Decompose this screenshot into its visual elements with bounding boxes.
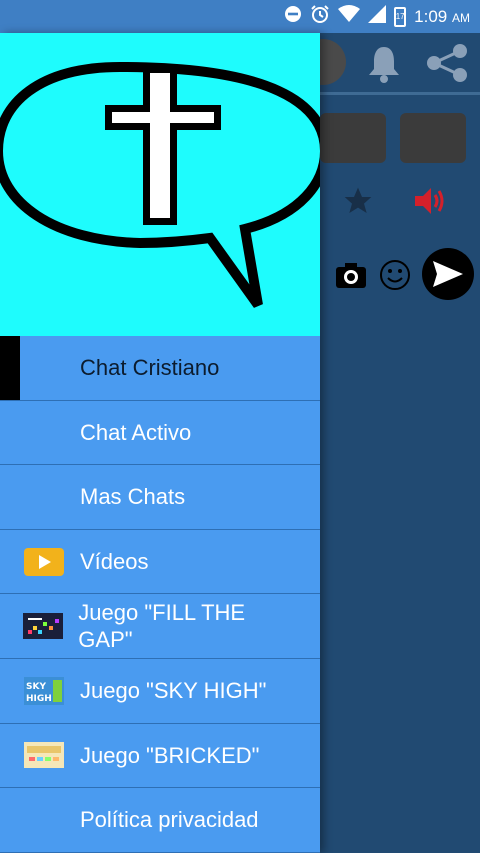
menu-icon-slot: [0, 724, 80, 788]
speaker-icon[interactable]: [410, 183, 450, 219]
navigation-drawer: Chat Cristiano Chat Activo Mas Chats Víd…: [0, 33, 320, 853]
menu-item-videos[interactable]: Vídeos: [0, 530, 320, 595]
send-button[interactable]: [422, 248, 474, 300]
menu-item-label: Chat Activo: [80, 419, 192, 445]
star-icon[interactable]: [340, 183, 376, 219]
svg-text:HIGH: HIGH: [26, 694, 52, 704]
clock-time: 1:09: [414, 6, 448, 26]
menu-icon-slot: [0, 594, 78, 658]
menu-icon-slot: [0, 530, 80, 594]
signal-icon: [368, 5, 387, 28]
clock-ampm: AM: [452, 10, 470, 25]
chat-cross-logo-icon: [0, 61, 320, 308]
do-not-disturb-icon: [284, 5, 302, 28]
menu-item-privacy-policy[interactable]: Política privacidad: [0, 788, 320, 853]
alarm-icon: [310, 4, 330, 29]
drawer-header: [0, 33, 320, 336]
group-chat-button[interactable]: [320, 113, 386, 163]
menu-icon-slot: [0, 336, 80, 400]
menu-icon-slot: SKY HIGH: [0, 659, 80, 723]
wifi-icon: [338, 5, 361, 28]
menu-item-label: Mas Chats: [80, 484, 186, 510]
status-bar: 17 1:09 AM: [0, 0, 480, 33]
bricked-game-icon: [24, 742, 64, 769]
menu-item-label: Juego "BRICKED": [80, 742, 260, 768]
status-time: 1:09 AM: [414, 7, 470, 27]
menu-item-chat-activo[interactable]: Chat Activo: [0, 401, 320, 466]
menu-item-label: Vídeos: [80, 549, 149, 575]
drawer-menu: Chat Cristiano Chat Activo Mas Chats Víd…: [0, 336, 320, 853]
menu-item-sky-high[interactable]: SKY HIGH Juego "SKY HIGH": [0, 659, 320, 724]
emoji-icon[interactable]: [376, 258, 414, 292]
svg-text:SKY: SKY: [26, 682, 46, 692]
menu-item-label: Chat Cristiano: [80, 355, 220, 381]
menu-item-mas-chats[interactable]: Mas Chats: [0, 465, 320, 530]
menu-item-bricked[interactable]: Juego "BRICKED": [0, 724, 320, 789]
battery-level-label: 17: [395, 11, 405, 21]
sky-high-game-icon: SKY HIGH: [24, 676, 64, 705]
menu-item-label: Juego "SKY HIGH": [80, 678, 267, 704]
menu-icon-slot: [0, 788, 80, 852]
status-icons: 17 1:09 AM: [284, 0, 470, 33]
menu-item-label: Política privacidad: [80, 807, 259, 833]
menu-item-fill-the-gap[interactable]: Juego "FILL THE GAP": [0, 594, 320, 659]
share-icon[interactable]: [424, 43, 470, 83]
contacts-button[interactable]: [400, 113, 466, 163]
camera-icon[interactable]: [332, 258, 370, 292]
bell-icon[interactable]: [364, 43, 404, 83]
battery-icon: 17: [394, 6, 407, 27]
menu-item-label: Juego "FILL THE GAP": [78, 600, 246, 653]
menu-icon-slot: [0, 465, 80, 529]
menu-item-chat-cristiano[interactable]: Chat Cristiano: [0, 336, 320, 401]
fill-the-gap-game-icon: [23, 613, 64, 640]
menu-icon-slot: [0, 401, 80, 465]
video-play-icon: [24, 547, 64, 576]
